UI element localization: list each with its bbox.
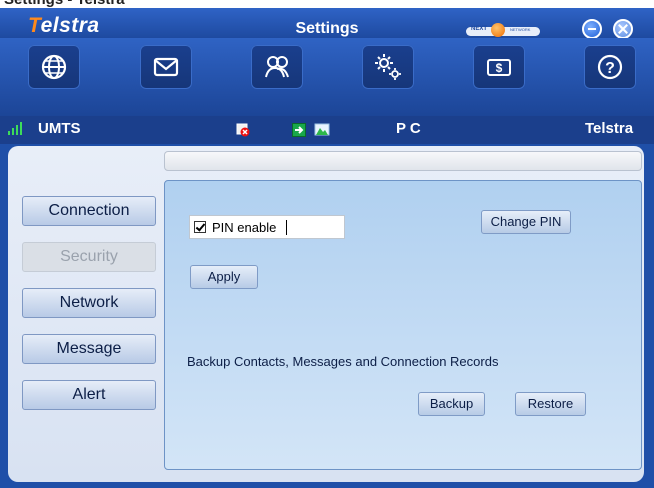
title-bar[interactable]: Telstra Settings NEXT NETWORK	[0, 8, 654, 39]
app-window: Settings - Telstra Telstra Settings NEXT…	[0, 0, 654, 488]
sidebar-item-message[interactable]: Message	[22, 334, 156, 364]
sidebar-item-security[interactable]: Security	[22, 242, 156, 272]
apply-button[interactable]: Apply	[190, 265, 258, 289]
pc-network-icon	[314, 123, 330, 136]
settings-header-bar	[164, 151, 642, 171]
window-title-fragment: Settings - Telstra	[0, 0, 654, 8]
pin-enable-field[interactable]: PIN enable	[189, 215, 345, 239]
help-icon: ?	[597, 54, 623, 80]
restore-button[interactable]: Restore	[515, 392, 586, 416]
sms-error-icon	[236, 123, 250, 137]
operator-name: Telstra	[585, 120, 634, 137]
connection-mode: P C	[396, 120, 421, 137]
svg-text:?: ?	[605, 60, 615, 77]
window-title-text: Settings - Telstra	[4, 0, 125, 8]
close-button[interactable]	[613, 19, 633, 39]
money-icon: $	[487, 59, 511, 76]
toolbar-settings-button[interactable]	[362, 45, 414, 89]
change-pin-button[interactable]: Change PIN	[481, 210, 571, 234]
settings-content: Connection Security Network Message Aler…	[8, 146, 644, 482]
sidebar-item-network[interactable]: Network	[22, 288, 156, 318]
network-type: UMTS	[38, 120, 81, 137]
svg-text:$: $	[496, 61, 503, 75]
toolbar: $ ?	[0, 38, 654, 116]
status-bar: UMTS P C Telstra	[0, 116, 654, 144]
envelope-icon	[153, 57, 179, 77]
signal-strength-icon	[8, 121, 26, 135]
pin-enable-label: PIN enable	[212, 220, 277, 235]
toolbar-contacts-button[interactable]	[251, 45, 303, 89]
backup-info-text: Backup Contacts, Messages and Connection…	[187, 354, 499, 369]
connect-icon	[292, 123, 306, 137]
backup-button[interactable]: Backup	[418, 392, 485, 416]
sidebar-item-connection[interactable]: Connection	[22, 196, 156, 226]
toolbar-internet-button[interactable]	[28, 45, 80, 89]
contacts-icon	[265, 56, 289, 78]
text-caret	[286, 220, 287, 235]
security-panel: PIN enable Change PIN Apply Backup Conta…	[164, 180, 642, 470]
toolbar-messages-button[interactable]	[140, 45, 192, 89]
gears-icon	[375, 54, 401, 80]
globe-icon	[41, 54, 67, 80]
sidebar-item-alert[interactable]: Alert	[22, 380, 156, 410]
toolbar-help-button[interactable]: ?	[584, 45, 636, 89]
pin-enable-checkbox[interactable]	[194, 221, 206, 233]
minimize-button[interactable]	[582, 19, 602, 39]
app-title: Settings	[295, 20, 359, 37]
toolbar-account-button[interactable]: $	[473, 45, 525, 89]
